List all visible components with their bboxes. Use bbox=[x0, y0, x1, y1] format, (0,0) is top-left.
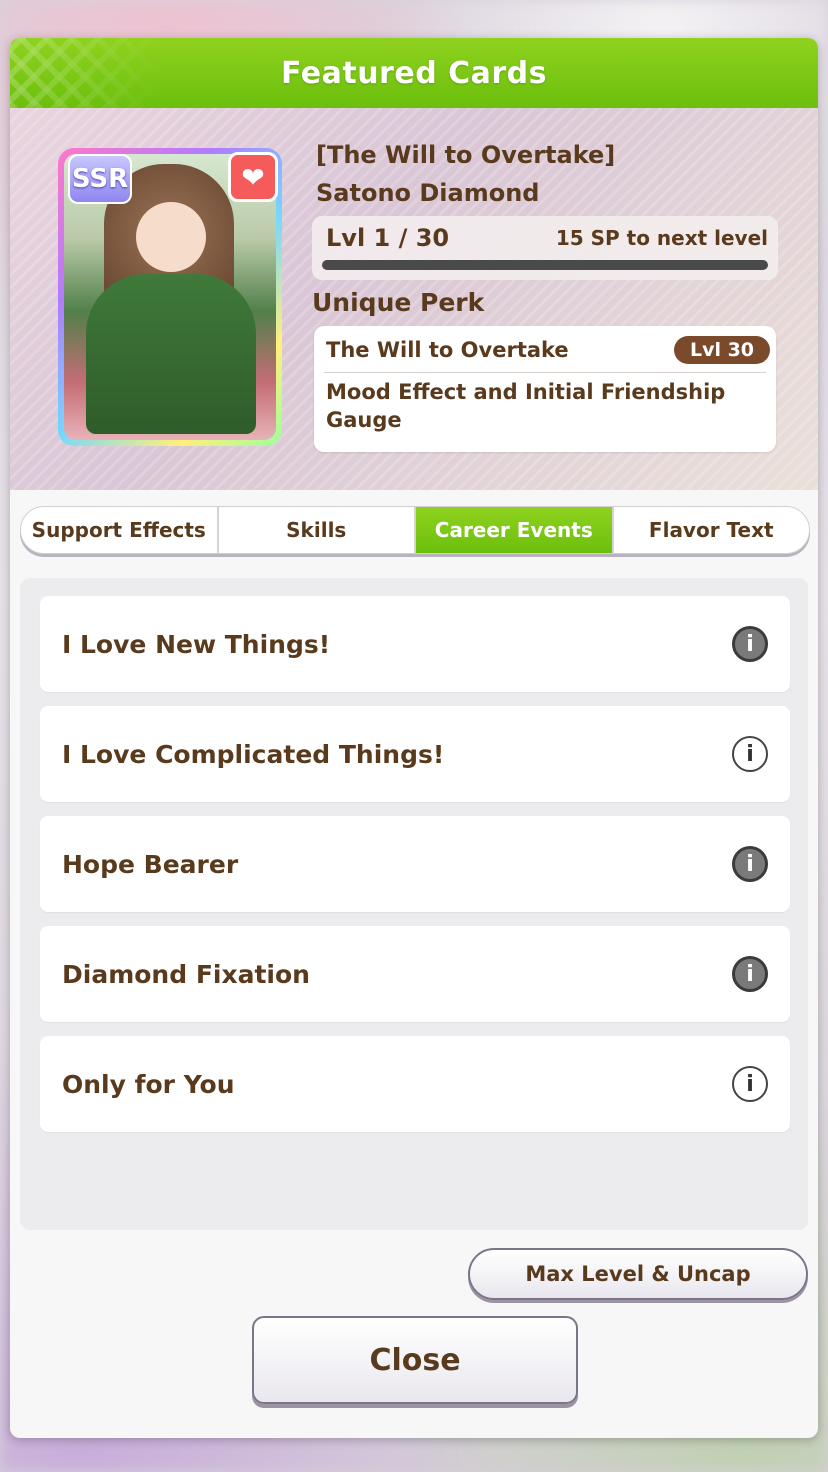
close-button[interactable]: Close bbox=[252, 1316, 578, 1404]
dialog-header: Featured Cards bbox=[10, 38, 818, 108]
card-title-epithet: [The Will to Overtake] bbox=[316, 141, 616, 169]
card-info-panel: SSR ❤ [The Will to Overtake] Satono Diam… bbox=[10, 108, 818, 490]
perk-name: The Will to Overtake bbox=[326, 338, 569, 362]
tab-bar: Support Effects Skills Career Events Fla… bbox=[20, 506, 810, 554]
rarity-badge: SSR bbox=[68, 154, 132, 204]
info-icon[interactable]: i bbox=[732, 626, 768, 662]
level-progress-bar bbox=[322, 260, 768, 270]
sp-to-next-level: 15 SP to next level bbox=[555, 226, 768, 250]
event-name: Diamond Fixation bbox=[62, 959, 310, 989]
tab-support-effects[interactable]: Support Effects bbox=[21, 507, 219, 553]
card-title: [The Will to Overtake] Satono Diamond bbox=[316, 136, 615, 212]
unique-perk-box: The Will to Overtake Lvl 30 Mood Effect … bbox=[314, 326, 776, 452]
list-item[interactable]: Only for You i bbox=[40, 1036, 790, 1132]
level-text: Lvl 1 / 30 bbox=[326, 224, 450, 252]
info-icon[interactable]: i bbox=[732, 956, 768, 992]
card-art-coat bbox=[86, 274, 256, 434]
max-level-uncap-button[interactable]: Max Level & Uncap bbox=[468, 1248, 808, 1300]
level-box: Lvl 1 / 30 15 SP to next level bbox=[312, 216, 778, 280]
event-name: Only for You bbox=[62, 1069, 235, 1099]
list-item[interactable]: Hope Bearer i bbox=[40, 816, 790, 912]
dialog-title: Featured Cards bbox=[280, 55, 547, 91]
header-pattern bbox=[10, 38, 160, 108]
info-icon[interactable]: i bbox=[732, 736, 768, 772]
event-name: I Love New Things! bbox=[62, 629, 331, 659]
unique-perk-label: Unique Perk bbox=[312, 288, 485, 317]
heart-icon[interactable]: ❤ bbox=[228, 152, 278, 202]
career-events-list: I Love New Things! i I Love Complicated … bbox=[20, 578, 808, 1230]
event-name: I Love Complicated Things! bbox=[62, 739, 445, 769]
tab-skills[interactable]: Skills bbox=[219, 507, 416, 553]
list-item[interactable]: I Love New Things! i bbox=[40, 596, 790, 692]
list-item[interactable]: Diamond Fixation i bbox=[40, 926, 790, 1022]
card-art-face bbox=[136, 202, 206, 272]
info-icon[interactable]: i bbox=[732, 846, 768, 882]
featured-cards-dialog: Featured Cards SSR ❤ [The Will to Overta… bbox=[10, 38, 818, 1438]
card-image[interactable]: SSR ❤ bbox=[58, 148, 282, 446]
perk-divider bbox=[324, 372, 766, 373]
list-item[interactable]: I Love Complicated Things! i bbox=[40, 706, 790, 802]
perk-level-badge: Lvl 30 bbox=[674, 336, 770, 364]
tab-career-events[interactable]: Career Events bbox=[416, 507, 614, 553]
info-icon[interactable]: i bbox=[732, 1066, 768, 1102]
perk-description: Mood Effect and Initial Friendship Gauge bbox=[326, 380, 726, 432]
event-name: Hope Bearer bbox=[62, 849, 239, 879]
card-title-name: Satono Diamond bbox=[316, 179, 540, 207]
tab-flavor-text[interactable]: Flavor Text bbox=[614, 507, 810, 553]
